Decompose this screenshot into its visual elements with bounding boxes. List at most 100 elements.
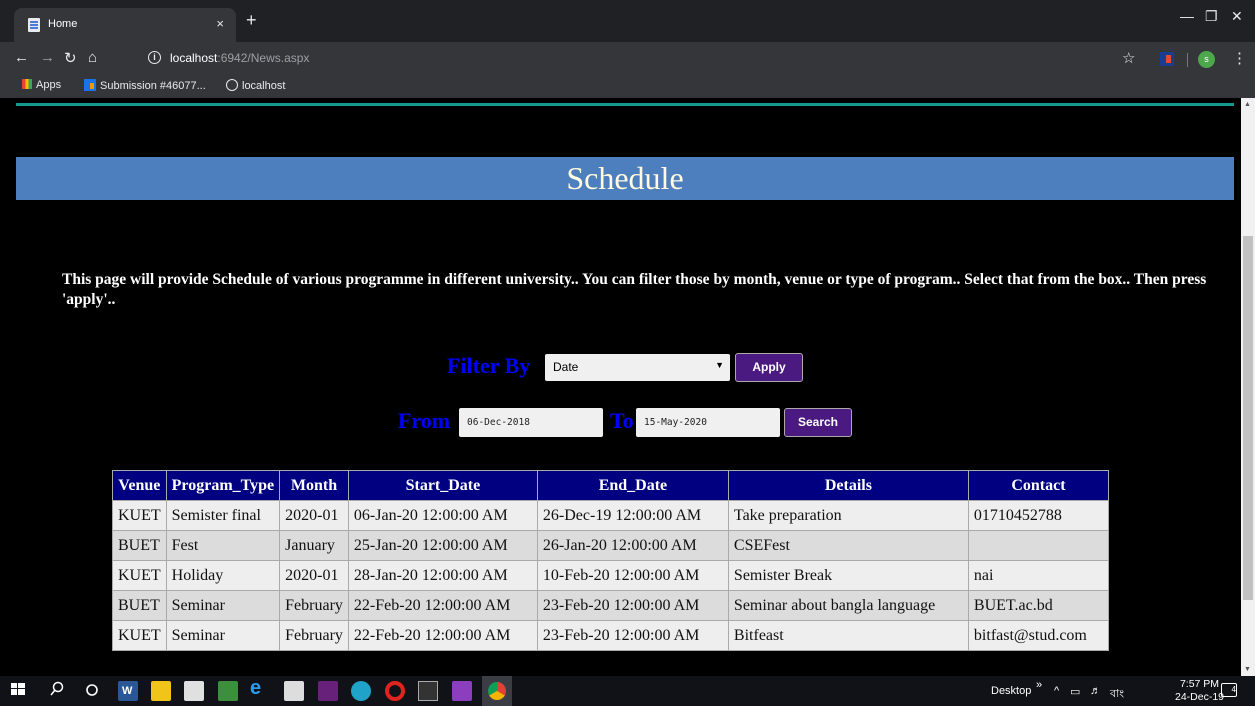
close-window-icon[interactable]: ✕ xyxy=(1231,8,1243,25)
cell-venue: BUET xyxy=(112,590,167,621)
cell-end-date: 26-Jan-20 12:00:00 AM xyxy=(536,530,729,561)
toolbar-divider xyxy=(1187,53,1188,67)
search-button[interactable]: Search xyxy=(784,408,852,437)
store-icon[interactable] xyxy=(184,681,204,701)
clock-date: 24-Dec-19 xyxy=(1175,691,1225,703)
from-label: From xyxy=(398,408,451,433)
bookmark-star-icon[interactable]: ☆ xyxy=(1122,49,1135,67)
address-bar[interactable]: i localhost:6942/News.aspx xyxy=(140,46,1140,72)
to-date-input[interactable]: 15-May-2020 xyxy=(636,408,780,437)
bookmark-submission[interactable]: Submission #46077... xyxy=(84,79,206,92)
cell-details: Take preparation xyxy=(727,500,969,531)
cell-contact: 01710452788 xyxy=(967,500,1109,531)
cell-start-date: 22-Feb-20 12:00:00 AM xyxy=(347,590,538,621)
bookmark-apps[interactable]: Apps xyxy=(22,79,61,91)
home-icon[interactable]: ⌂ xyxy=(88,49,97,66)
header-contact: Contact xyxy=(967,470,1109,501)
table-row: KUET Holiday 2020-01 28-Jan-20 12:00:00 … xyxy=(112,560,1109,591)
page-icon xyxy=(28,18,40,32)
clock[interactable]: 7:57 PM 24-Dec-19 xyxy=(1175,678,1224,704)
header-venue: Venue xyxy=(112,470,167,501)
filter-select[interactable]: Date ▼ xyxy=(545,354,730,381)
scroll-down-icon[interactable]: ▼ xyxy=(1244,666,1251,673)
chrome-taskbar-button[interactable] xyxy=(482,676,512,706)
menu-icon[interactable]: ⋮ xyxy=(1232,49,1247,67)
mail-icon[interactable] xyxy=(284,681,304,701)
vs-code-icon[interactable] xyxy=(452,681,472,701)
visual-studio-icon[interactable] xyxy=(318,681,338,701)
bookmarks-bar: Apps Submission #46077... localhost xyxy=(0,76,1255,98)
filter-by-label: Filter By xyxy=(447,353,531,378)
table-row: BUET Seminar February 22-Feb-20 12:00:00… xyxy=(112,590,1109,621)
search-icon[interactable] xyxy=(49,681,69,701)
arduino-icon[interactable] xyxy=(351,681,371,701)
language-indicator[interactable]: বাং xyxy=(1110,685,1124,704)
tab-title: Home xyxy=(48,18,78,30)
header-end-date: End_Date xyxy=(536,470,729,501)
cell-program-type: Semister final xyxy=(165,500,281,531)
cell-details: Semister Break xyxy=(727,560,969,591)
cell-venue: BUET xyxy=(112,530,167,561)
volume-icon[interactable]: ♬ xyxy=(1090,685,1101,697)
cell-contact: nai xyxy=(967,560,1109,591)
cell-end-date: 23-Feb-20 12:00:00 AM xyxy=(536,620,729,651)
bookmark-localhost[interactable]: localhost xyxy=(226,79,285,92)
apps-icon xyxy=(22,79,32,89)
page-scrollbar[interactable]: ▲ ▼ xyxy=(1241,98,1255,676)
chevron-down-icon: ▼ xyxy=(715,360,724,370)
edge-icon[interactable]: e xyxy=(250,677,270,699)
table-header-row: Venue Program_Type Month Start_Date End_… xyxy=(112,470,1109,501)
header-divider xyxy=(16,103,1234,106)
scrollbar-thumb[interactable] xyxy=(1243,236,1253,600)
tab-strip: Home × + — ❐ ✕ xyxy=(0,0,1255,42)
apply-button[interactable]: Apply xyxy=(735,353,803,382)
extension-icon[interactable] xyxy=(1160,52,1174,66)
excel-icon[interactable] xyxy=(218,681,238,701)
new-tab-icon[interactable]: + xyxy=(246,10,257,31)
cell-end-date: 10-Feb-20 12:00:00 AM xyxy=(536,560,729,591)
chrome-icon xyxy=(488,682,506,700)
info-icon[interactable]: i xyxy=(148,51,161,64)
forward-icon[interactable]: → xyxy=(40,49,55,66)
network-icon[interactable]: ▭ xyxy=(1070,685,1080,698)
cell-program-type: Fest xyxy=(165,530,281,561)
header-month: Month xyxy=(279,470,349,501)
cell-venue: KUET xyxy=(112,560,167,591)
minimize-icon[interactable]: — xyxy=(1180,8,1194,24)
cortana-icon[interactable] xyxy=(84,681,104,701)
cell-month: January xyxy=(279,530,349,561)
opera-icon[interactable] xyxy=(385,681,405,701)
page-content: Schedule This page will provide Schedule… xyxy=(0,98,1241,676)
windows-start-icon[interactable] xyxy=(10,681,30,701)
terminal-icon[interactable] xyxy=(418,681,438,701)
reload-icon[interactable]: ↻ xyxy=(64,49,77,67)
restore-icon[interactable]: ❐ xyxy=(1205,8,1218,25)
table-row: KUET Seminar February 22-Feb-20 12:00:00… xyxy=(112,620,1109,651)
cell-start-date: 28-Jan-20 12:00:00 AM xyxy=(347,560,538,591)
scroll-up-icon[interactable]: ▲ xyxy=(1244,101,1251,108)
close-tab-icon[interactable]: × xyxy=(216,16,224,31)
tab-home[interactable]: Home × xyxy=(14,8,236,42)
notification-icon[interactable]: 4 xyxy=(1221,683,1237,697)
url-text: localhost:6942/News.aspx xyxy=(170,51,310,65)
file-explorer-icon[interactable] xyxy=(151,681,171,701)
from-date-input[interactable]: 06-Dec-2018 xyxy=(459,408,603,437)
overflow-chevron-icon[interactable]: » xyxy=(1036,679,1042,691)
cell-program-type: Seminar xyxy=(165,590,281,621)
word-icon[interactable]: W xyxy=(118,681,138,701)
cell-start-date: 22-Feb-20 12:00:00 AM xyxy=(347,620,538,651)
schedule-table: Venue Program_Type Month Start_Date End_… xyxy=(112,470,1109,651)
header-details: Details xyxy=(727,470,969,501)
filter-selected-value: Date xyxy=(553,360,579,374)
tray-up-icon[interactable]: ^ xyxy=(1054,685,1059,697)
cell-venue: KUET xyxy=(112,620,167,651)
profile-avatar[interactable]: s xyxy=(1198,51,1215,68)
cell-program-type: Seminar xyxy=(165,620,281,651)
cell-end-date: 26-Dec-19 12:00:00 AM xyxy=(536,500,729,531)
header-program-type: Program_Type xyxy=(165,470,281,501)
back-icon[interactable]: ← xyxy=(14,49,29,66)
desktop-toolbar-label[interactable]: Desktop xyxy=(991,685,1031,697)
intro-text: This page will provide Schedule of vario… xyxy=(62,271,1207,308)
cell-month: 2020-01 xyxy=(279,500,349,531)
cell-details: CSEFest xyxy=(727,530,969,561)
